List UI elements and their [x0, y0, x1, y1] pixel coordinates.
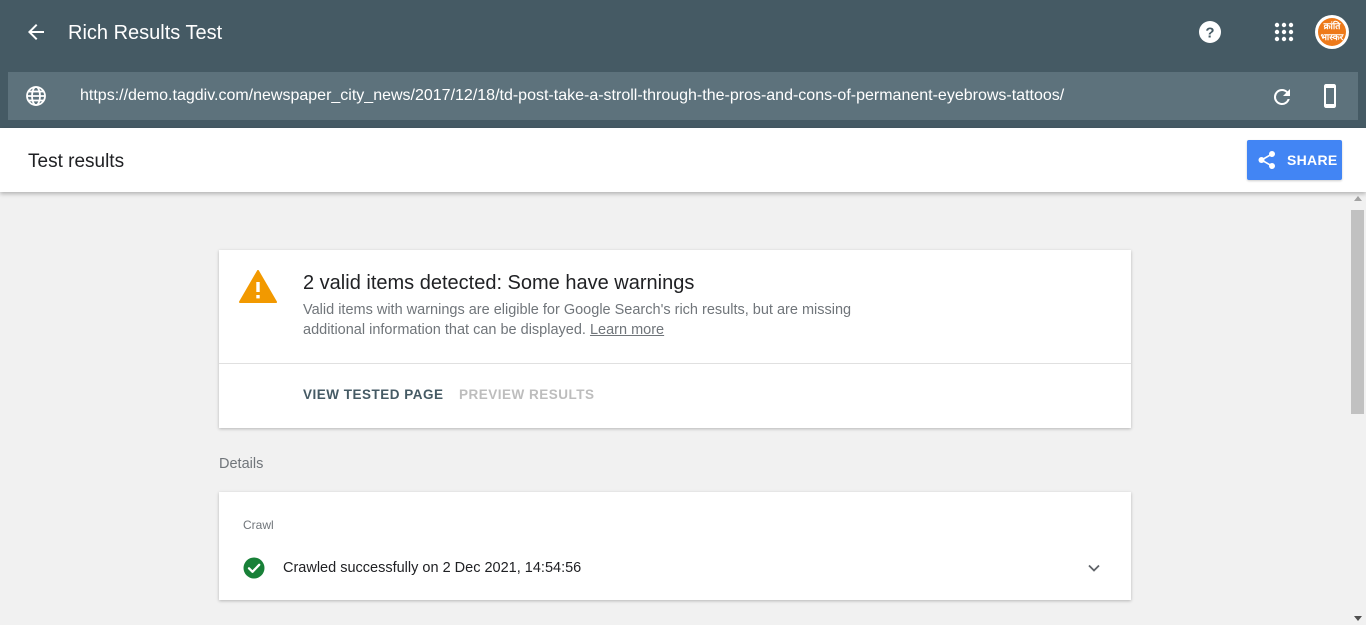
- crawl-card: Crawl Crawled successfully on 2 Dec 2021…: [219, 492, 1131, 600]
- share-button[interactable]: SHARE: [1247, 140, 1342, 180]
- globe-icon: [25, 85, 47, 107]
- app-title: Rich Results Test: [68, 22, 223, 44]
- scroll-down-arrow[interactable]: [1354, 616, 1362, 621]
- results-header: Test results SHARE: [0, 128, 1366, 192]
- chevron-down-icon[interactable]: [1084, 558, 1104, 578]
- account-avatar[interactable]: क्रांति भास्कर: [1315, 15, 1349, 49]
- crawl-label: Crawl: [243, 518, 274, 532]
- view-tested-page-button[interactable]: VIEW TESTED PAGE: [303, 386, 444, 404]
- scrollbar[interactable]: [1349, 192, 1366, 625]
- avatar-logo: क्रांति भास्कर: [1318, 18, 1346, 46]
- tested-url[interactable]: https://demo.tagdiv.com/newspaper_city_n…: [80, 86, 1064, 106]
- scroll-up-arrow[interactable]: [1354, 196, 1362, 201]
- svg-text:?: ?: [1205, 25, 1214, 42]
- apps-grid-icon[interactable]: [1273, 21, 1295, 43]
- share-icon: [1258, 151, 1275, 169]
- check-circle-icon: [243, 557, 265, 579]
- divider: [219, 363, 1131, 364]
- preview-results-button: PREVIEW RESULTS: [459, 387, 595, 402]
- back-arrow-icon[interactable]: [22, 18, 50, 46]
- help-icon[interactable]: ?: [1197, 19, 1223, 45]
- warning-icon: [239, 270, 277, 304]
- scroll-thumb[interactable]: [1351, 210, 1364, 414]
- url-bar: https://demo.tagdiv.com/newspaper_city_n…: [8, 72, 1358, 120]
- details-heading: Details: [219, 456, 264, 472]
- page-title: Test results: [28, 151, 125, 172]
- summary-title: 2 valid items detected: Some have warnin…: [303, 272, 695, 294]
- summary-card: 2 valid items detected: Some have warnin…: [219, 250, 1131, 428]
- crawl-status: Crawled successfully on 2 Dec 2021, 14:5…: [283, 560, 582, 576]
- share-label: SHARE: [1287, 152, 1338, 168]
- learn-more-link[interactable]: Learn more: [590, 322, 664, 338]
- summary-description-text: Valid items with warnings are eligible f…: [303, 302, 852, 338]
- smartphone-icon[interactable]: [1318, 83, 1342, 109]
- summary-description: Valid items with warnings are eligible f…: [303, 300, 893, 340]
- reload-icon[interactable]: [1270, 85, 1294, 109]
- app-bar: Rich Results Test ? क्रांति भास्कर https…: [0, 0, 1366, 128]
